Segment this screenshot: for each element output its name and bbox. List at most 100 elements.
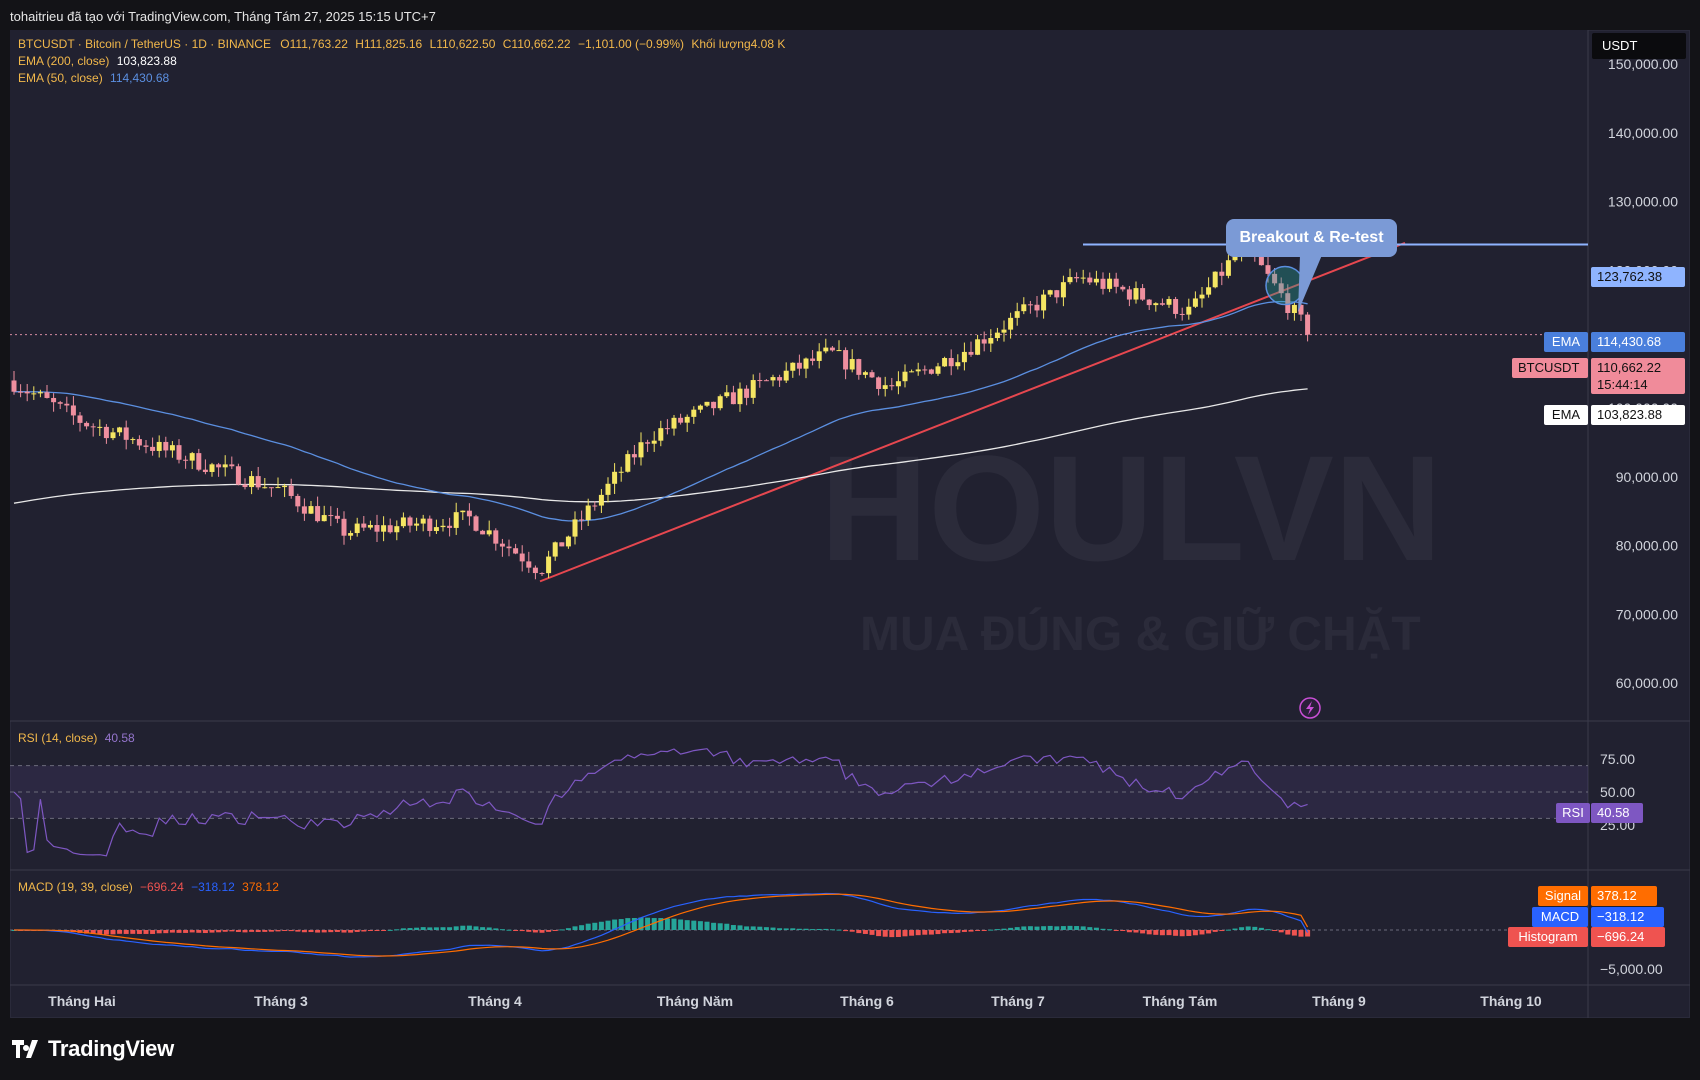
- macd-histogram-bar: [605, 920, 611, 930]
- candle-body: [308, 506, 314, 514]
- macd-histogram-bar: [942, 930, 948, 934]
- macd-histogram-bar: [400, 928, 406, 930]
- macd-histogram-bar: [697, 921, 703, 930]
- candle-body: [64, 403, 70, 406]
- macd-histogram-bar: [447, 927, 453, 930]
- macd-histogram-bar: [750, 926, 756, 930]
- macd-histogram-bar: [895, 930, 901, 937]
- candle-body: [84, 422, 90, 427]
- macd-histogram-bar: [988, 929, 994, 931]
- candle-body: [730, 392, 736, 405]
- chart-canvas[interactable]: HOULVNMUA ĐÚNG & GIỮ CHẶT150,000.00140,0…: [0, 0, 1700, 1080]
- candle-body: [387, 525, 393, 533]
- candle-body: [836, 350, 842, 352]
- candle-body: [684, 416, 690, 423]
- breakout-annotation[interactable]: Breakout & Re-test: [1226, 219, 1397, 257]
- candle-body: [90, 426, 96, 428]
- candle-body: [1021, 304, 1027, 312]
- candle-body: [889, 385, 895, 387]
- macd-histogram-bar: [183, 930, 189, 933]
- ema200-legend[interactable]: EMA (200, close) 103,823.88: [18, 54, 177, 68]
- ema50-legend[interactable]: EMA (50, close) 114,430.68: [18, 71, 169, 85]
- macd-histogram-bar: [328, 930, 334, 933]
- macd-histogram-bar: [1146, 930, 1152, 935]
- candle-body: [770, 377, 776, 381]
- candle-body: [493, 530, 499, 544]
- macd-histogram-bar: [275, 930, 281, 932]
- macd-legend[interactable]: MACD (19, 39, close) −696.24 −318.12 378…: [18, 880, 279, 894]
- candle-body: [1014, 311, 1020, 318]
- macd-histogram-bar: [1113, 930, 1119, 931]
- macd-histogram-bar: [427, 927, 433, 930]
- macd-histogram-bar: [711, 922, 717, 930]
- macd-histogram-bar: [915, 930, 921, 936]
- candle-body: [1199, 294, 1205, 299]
- macd-histogram-bar: [1206, 930, 1212, 934]
- ema50-tag-name: EMA: [1544, 332, 1588, 352]
- tradingview-logo[interactable]: TradingView: [12, 1036, 174, 1062]
- candle-body: [1291, 304, 1297, 314]
- candle-body: [1126, 289, 1132, 300]
- candle-body: [922, 369, 928, 371]
- macd-histogram-bar: [1008, 927, 1014, 930]
- candle-body: [400, 517, 406, 527]
- candle-body: [440, 525, 446, 528]
- macd-histogram-bar: [869, 930, 875, 935]
- candle-body: [1107, 278, 1113, 289]
- candle-body: [427, 518, 433, 531]
- candle-body: [460, 510, 466, 513]
- candle-body: [539, 573, 545, 575]
- ema200-value: 103,823.88: [116, 54, 177, 68]
- macd-histogram-bar: [414, 927, 420, 930]
- candle-body: [103, 426, 109, 439]
- rsi-legend[interactable]: RSI (14, close) 40.58: [18, 731, 135, 745]
- candle-body: [625, 454, 631, 472]
- candle-body: [110, 432, 116, 439]
- candle-body: [374, 525, 380, 532]
- time-axis-label: Tháng 10: [1480, 993, 1542, 1009]
- candle-body: [57, 402, 63, 404]
- macd-histogram-bar: [196, 930, 202, 933]
- macd-histogram-bar: [671, 918, 677, 930]
- macd-histogram-bar: [321, 930, 327, 933]
- candle-body: [744, 388, 750, 398]
- macd-histogram-bar: [202, 930, 208, 934]
- candle-body: [704, 401, 710, 406]
- macd-histogram-bar: [407, 928, 413, 930]
- candle-body: [486, 530, 492, 535]
- macd-signal-value: 378.12: [242, 880, 279, 894]
- macd-histogram-bar: [460, 925, 466, 930]
- candle-body: [559, 542, 565, 547]
- candle-body: [235, 466, 241, 485]
- time-axis-label: Tháng 4: [468, 993, 522, 1009]
- macd-histogram-bar: [486, 927, 492, 930]
- candle-body: [605, 483, 611, 495]
- macd-histogram-bar: [176, 930, 182, 933]
- candle-body: [11, 380, 17, 392]
- candle-body: [829, 347, 835, 351]
- candle-body: [1219, 271, 1225, 276]
- macd-histogram-bar: [381, 930, 387, 931]
- currency-selector[interactable]: USDT: [1592, 33, 1686, 59]
- candle-body: [1179, 313, 1185, 315]
- candle-body: [163, 441, 169, 451]
- candle-body: [1093, 278, 1099, 283]
- candle-body: [1305, 314, 1311, 335]
- macd-histogram-bar: [130, 930, 136, 934]
- macd-histogram-bar: [222, 930, 228, 932]
- candle-body: [249, 476, 255, 488]
- candle-body: [1067, 277, 1073, 283]
- candle-body: [975, 339, 981, 355]
- candle-body: [1034, 304, 1040, 311]
- macd-histogram-bar: [1060, 926, 1066, 930]
- candle-body: [301, 506, 307, 514]
- candle-body: [955, 362, 961, 367]
- ema50-value: 114,430.68: [110, 71, 170, 85]
- macd-histogram-bar: [1133, 930, 1139, 933]
- macd-histogram-bar: [691, 920, 697, 930]
- candle-body: [513, 548, 519, 554]
- macd-histogram-bar: [513, 930, 519, 931]
- macd-histogram-bar: [209, 930, 215, 933]
- candle-body: [97, 426, 103, 428]
- macd-histogram-bar: [506, 929, 512, 931]
